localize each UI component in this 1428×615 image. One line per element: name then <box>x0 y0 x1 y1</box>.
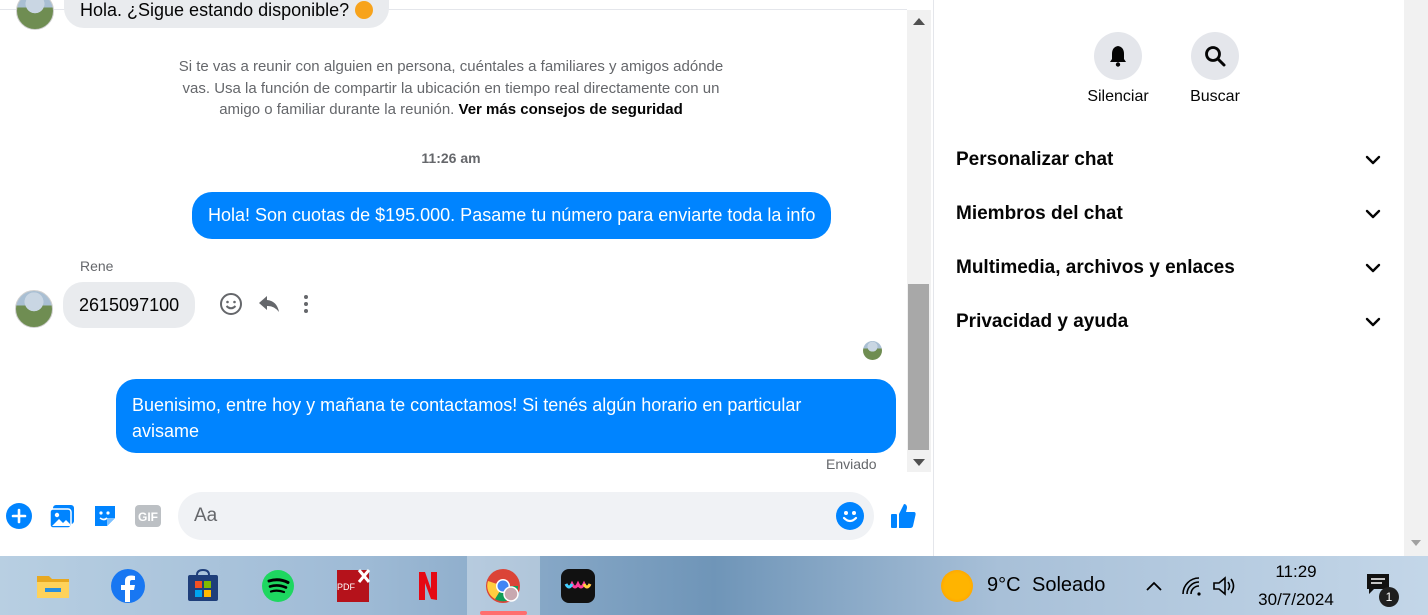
section-label: Personalizar chat <box>956 149 1114 170</box>
message-text: Hola! Son cuotas de $195.000. Pasame tu … <box>208 205 816 225</box>
notice-text: amigo o familiar durante la reunión. <box>219 101 455 118</box>
chat-thread: Hola. ¿Sigue estando disponible? Si te v… <box>0 0 916 556</box>
add-icon[interactable] <box>4 501 34 531</box>
search-label: Buscar <box>1190 88 1240 105</box>
chevron-down-icon <box>1365 155 1381 165</box>
like-icon[interactable] <box>888 501 918 531</box>
wifi-icon[interactable] <box>1177 572 1205 600</box>
taskbar-clock-time[interactable]: 11:29 <box>1256 562 1336 582</box>
message-text: Hola. ¿Sigue estando disponible? <box>80 0 350 20</box>
volume-icon[interactable] <box>1211 572 1239 600</box>
chevron-down-icon <box>1365 263 1381 273</box>
svg-text:GIF: GIF <box>138 510 158 524</box>
notice-line: amigo o familiar durante la reunión. Ver… <box>150 99 752 121</box>
chevron-down-icon <box>1365 209 1381 219</box>
reply-icon[interactable] <box>255 290 283 318</box>
scroll-up-arrow-icon[interactable] <box>913 18 925 25</box>
spotify-icon[interactable] <box>258 566 298 606</box>
svg-text:PDF: PDF <box>337 582 356 592</box>
mute-button[interactable] <box>1094 32 1142 80</box>
chat-scrollbar[interactable] <box>907 10 931 472</box>
more-options-icon[interactable] <box>292 290 320 318</box>
message-bubble-outgoing[interactable]: Buenisimo, entre hoy y mañana te contact… <box>116 379 896 453</box>
section-chat-members[interactable]: Miembros del chat <box>956 194 1382 234</box>
taskbar-clock-date[interactable]: 30/7/2024 <box>1250 590 1342 610</box>
section-label: Multimedia, archivos y enlaces <box>956 257 1235 278</box>
search-icon <box>1205 46 1226 67</box>
notice-line: vas. Usa la función de compartir la ubic… <box>182 79 720 97</box>
gif-icon[interactable]: GIF <box>133 501 163 531</box>
message-text: Buenisimo, entre hoy y mañana te contact… <box>132 395 802 415</box>
scroll-thumb[interactable] <box>908 284 929 450</box>
file-explorer-icon[interactable] <box>33 566 73 606</box>
search-button[interactable] <box>1191 32 1239 80</box>
seen-avatar <box>863 341 882 360</box>
section-privacy-help[interactable]: Privacidad y ayuda <box>956 302 1382 342</box>
safety-notice: Si te vas a reunir con alguien en person… <box>150 56 752 121</box>
bell-icon <box>1110 46 1126 67</box>
weather-description[interactable]: Soleado <box>1032 574 1105 597</box>
delivery-status: Enviado <box>826 456 877 472</box>
emoji-icon <box>355 1 374 19</box>
scroll-down-arrow-icon[interactable] <box>913 459 925 466</box>
page-scrollbar[interactable] <box>1404 0 1428 556</box>
message-bubble-incoming[interactable]: Hola. ¿Sigue estando disponible? <box>64 0 390 28</box>
section-label: Privacidad y ayuda <box>956 311 1129 332</box>
message-bubble-incoming[interactable]: 2615097100 <box>63 282 196 328</box>
microsoft-store-icon[interactable] <box>183 566 223 606</box>
safety-tips-link[interactable]: Ver más consejos de seguridad <box>459 101 683 118</box>
active-app-indicator <box>480 611 527 615</box>
weather-sun-icon[interactable] <box>941 570 973 602</box>
scroll-down-arrow-icon[interactable] <box>1411 540 1421 546</box>
chat-info-panel: Silenciar Buscar Personalizar chat Miemb… <box>933 0 1404 556</box>
contact-avatar[interactable] <box>16 0 54 30</box>
mute-label: Silenciar <box>1087 88 1149 105</box>
weather-temperature[interactable]: 9°C <box>987 574 1021 597</box>
audio-app-icon[interactable] <box>558 566 598 606</box>
sender-name: Rene <box>80 258 114 274</box>
message-text: avisame <box>132 421 200 441</box>
photo-icon[interactable] <box>47 501 77 531</box>
section-media-files-links[interactable]: Multimedia, archivos y enlaces <box>956 248 1382 288</box>
message-timestamp: 11:26 am <box>421 150 481 166</box>
chevron-down-icon <box>1365 317 1381 327</box>
section-customize-chat[interactable]: Personalizar chat <box>956 140 1382 180</box>
message-text: 2615097100 <box>79 294 180 315</box>
contact-avatar[interactable] <box>15 290 53 328</box>
show-hidden-icons-chevron-icon[interactable] <box>1140 572 1168 600</box>
notification-count-badge: 1 <box>1379 587 1399 607</box>
netflix-icon[interactable] <box>408 566 448 606</box>
pdf-app-icon[interactable]: PDF <box>333 566 373 606</box>
sticker-icon[interactable] <box>90 501 120 531</box>
message-bubble-outgoing[interactable]: Hola! Son cuotas de $195.000. Pasame tu … <box>192 192 832 239</box>
emoji-picker-icon[interactable] <box>836 502 864 530</box>
react-icon[interactable] <box>217 290 245 318</box>
message-input[interactable] <box>194 492 834 540</box>
notice-line: Si te vas a reunir con alguien en person… <box>178 58 724 75</box>
chrome-icon[interactable] <box>483 566 523 606</box>
facebook-icon[interactable] <box>108 566 148 606</box>
message-input-wrapper <box>178 492 874 540</box>
section-label: Miembros del chat <box>956 203 1123 224</box>
